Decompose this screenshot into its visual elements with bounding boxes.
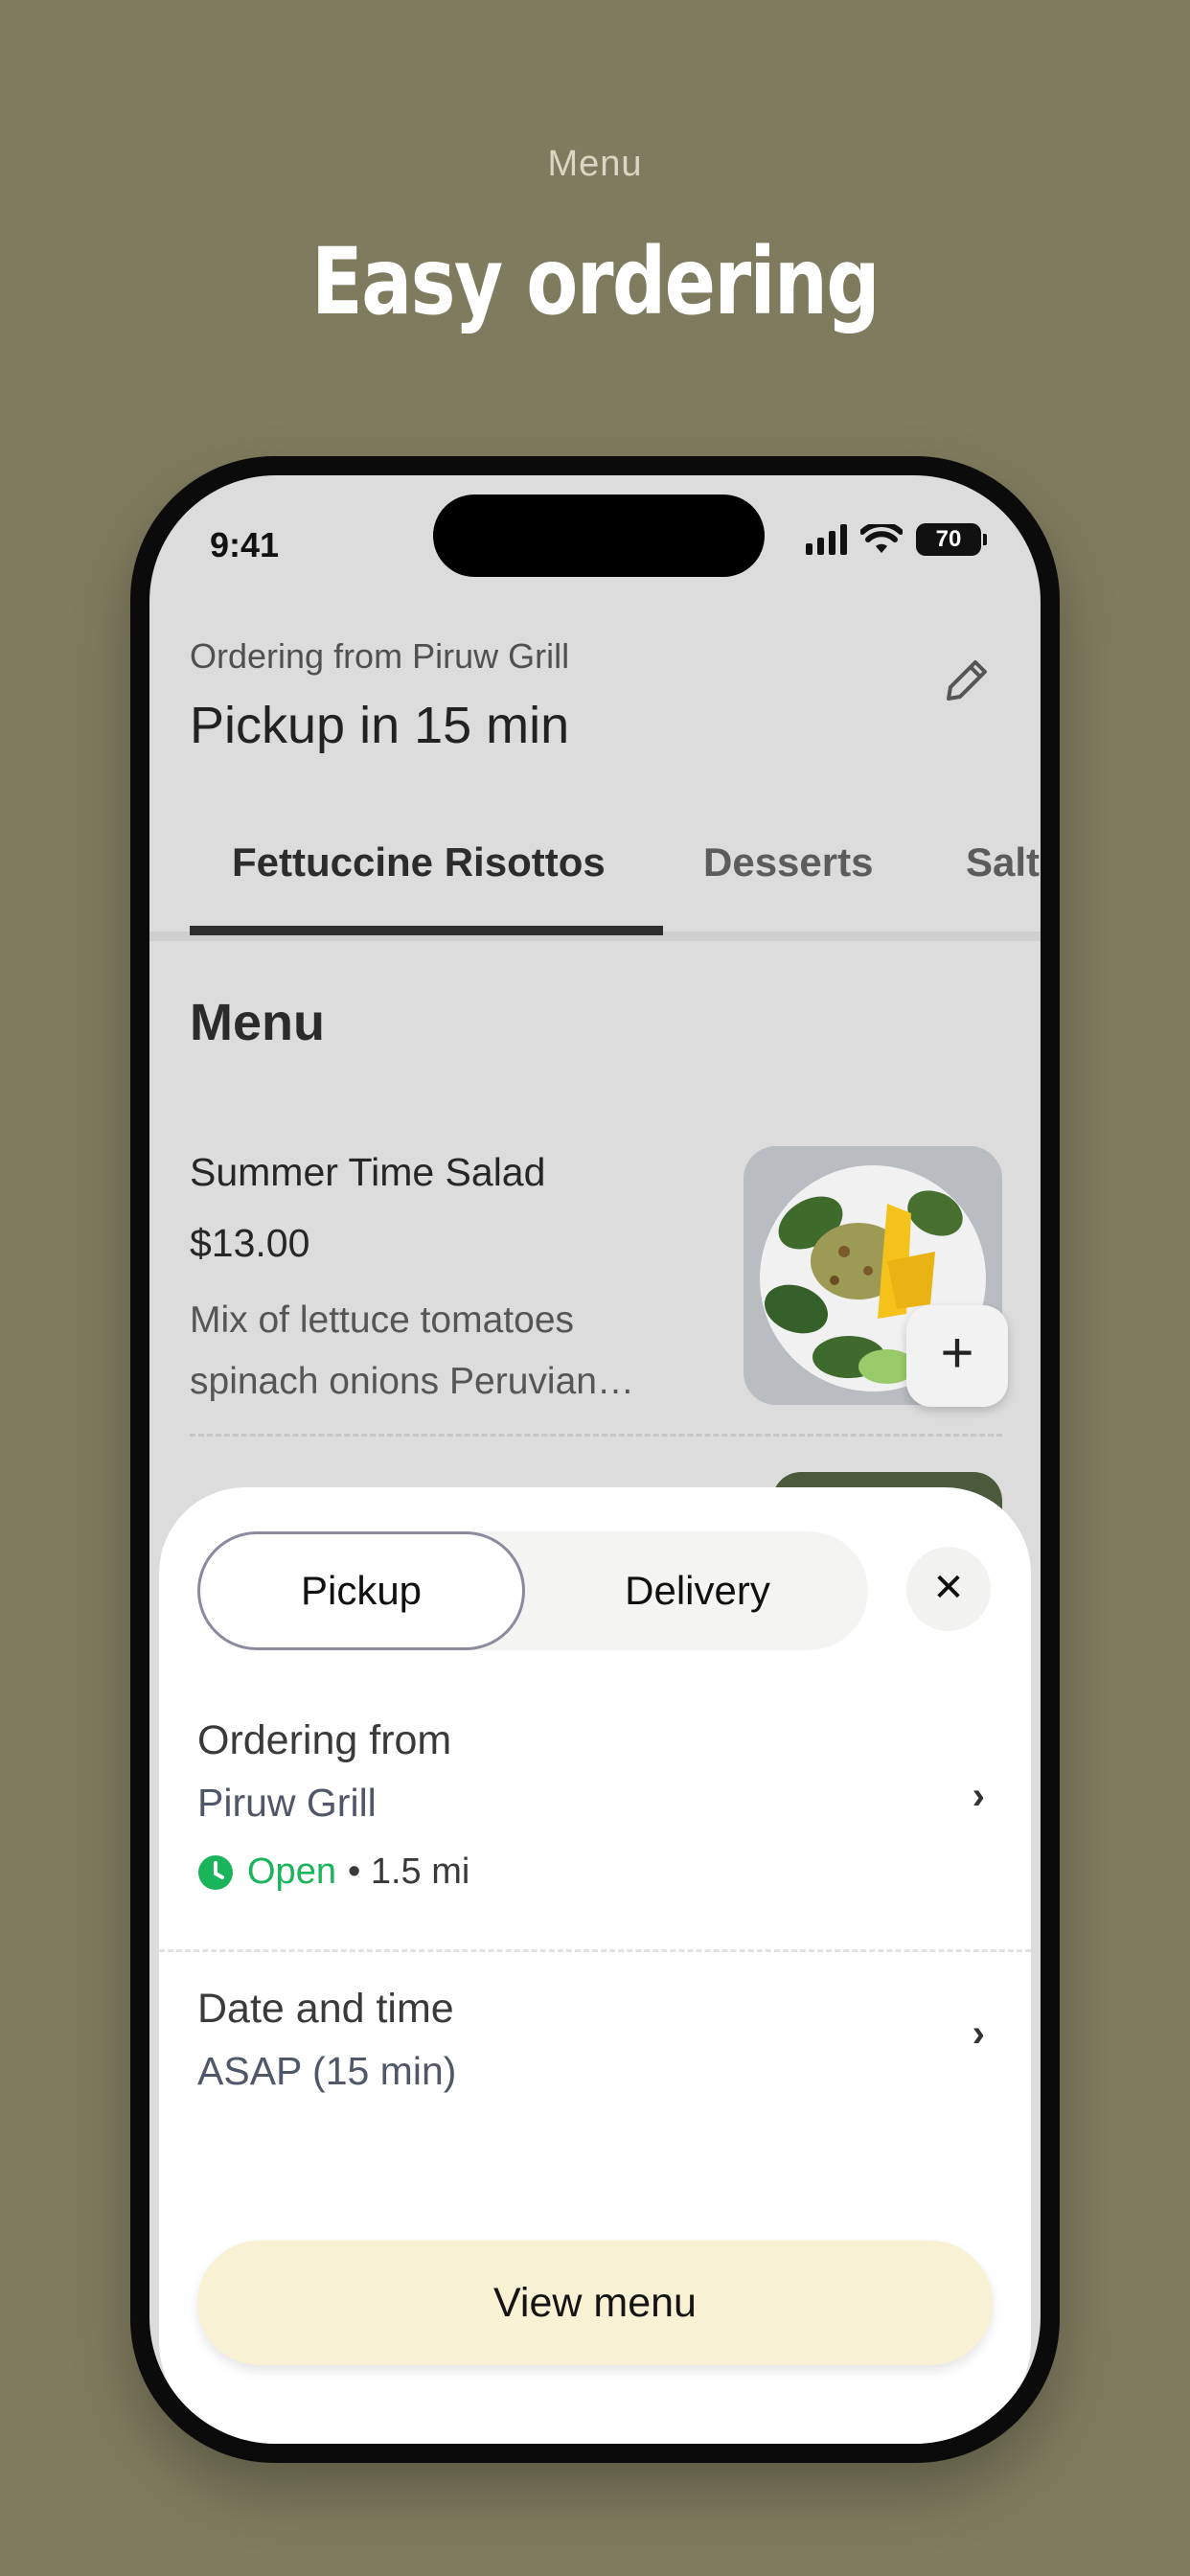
date-time-title: Date and time — [197, 1986, 454, 2032]
menu-item-name: Summer Time Salad — [190, 1150, 546, 1194]
promo-title: Easy ordering — [311, 228, 881, 335]
status-time: 9:41 — [210, 525, 280, 564]
close-button[interactable]: ✕ — [906, 1547, 991, 1631]
add-item-button[interactable]: + — [906, 1305, 1008, 1407]
menu-item-description: Mix of lettuce tomatoes spinach onions P… — [190, 1300, 634, 1402]
item-divider — [190, 1434, 1002, 1437]
battery-icon: 70 — [916, 523, 987, 556]
phone-screen: 9:41 70 Ordering from Piruw Grill Pickup… — [149, 475, 1041, 2444]
fulfillment-toggle: Pickup Delivery — [197, 1531, 868, 1650]
ordering-from-label: Ordering from Piruw Grill — [190, 636, 570, 676]
clock-icon — [198, 1854, 233, 1890]
promo-eyebrow: Menu — [547, 144, 643, 184]
pickup-option[interactable]: Pickup — [197, 1531, 525, 1650]
phone-frame: 9:41 70 Ordering from Piruw Grill Pickup… — [130, 456, 1060, 2463]
restaurant-status: Open • 1.5 mi — [197, 1852, 469, 1893]
distance: • 1.5 mi — [347, 1852, 470, 1892]
pencil-icon[interactable] — [939, 653, 995, 708]
chevron-right-icon: › — [972, 2012, 985, 2055]
active-tab-indicator — [190, 926, 663, 935]
order-options-sheet: Pickup Delivery ✕ Ordering from Piruw Gr… — [159, 1487, 1031, 2444]
chevron-right-icon: › — [972, 1775, 985, 1817]
category-tabs: Fettuccine Risottos Desserts Salt — [149, 820, 1041, 941]
tab-salt[interactable]: Salt — [966, 840, 1040, 886]
signal-icon — [806, 524, 847, 555]
view-menu-button[interactable]: View menu — [197, 2241, 993, 2365]
open-status: Open — [247, 1852, 336, 1892]
delivery-option[interactable]: Delivery — [544, 1531, 851, 1650]
pickup-eta-title: Pickup in 15 min — [190, 697, 570, 754]
restaurant-name: Piruw Grill — [197, 1781, 377, 1825]
menu-section-title: Menu — [190, 994, 325, 1051]
sheet-divider — [159, 1949, 1031, 1952]
status-icons: 70 — [806, 523, 987, 556]
dynamic-island — [433, 494, 765, 577]
date-time-value: ASAP (15 min) — [197, 2049, 457, 2093]
wifi-icon — [860, 524, 903, 553]
menu-item-price: $13.00 — [190, 1221, 310, 1265]
ordering-from-title: Ordering from — [197, 1717, 452, 1763]
tab-fettuccine-risottos[interactable]: Fettuccine Risottos — [232, 840, 606, 886]
tab-desserts[interactable]: Desserts — [703, 840, 873, 886]
